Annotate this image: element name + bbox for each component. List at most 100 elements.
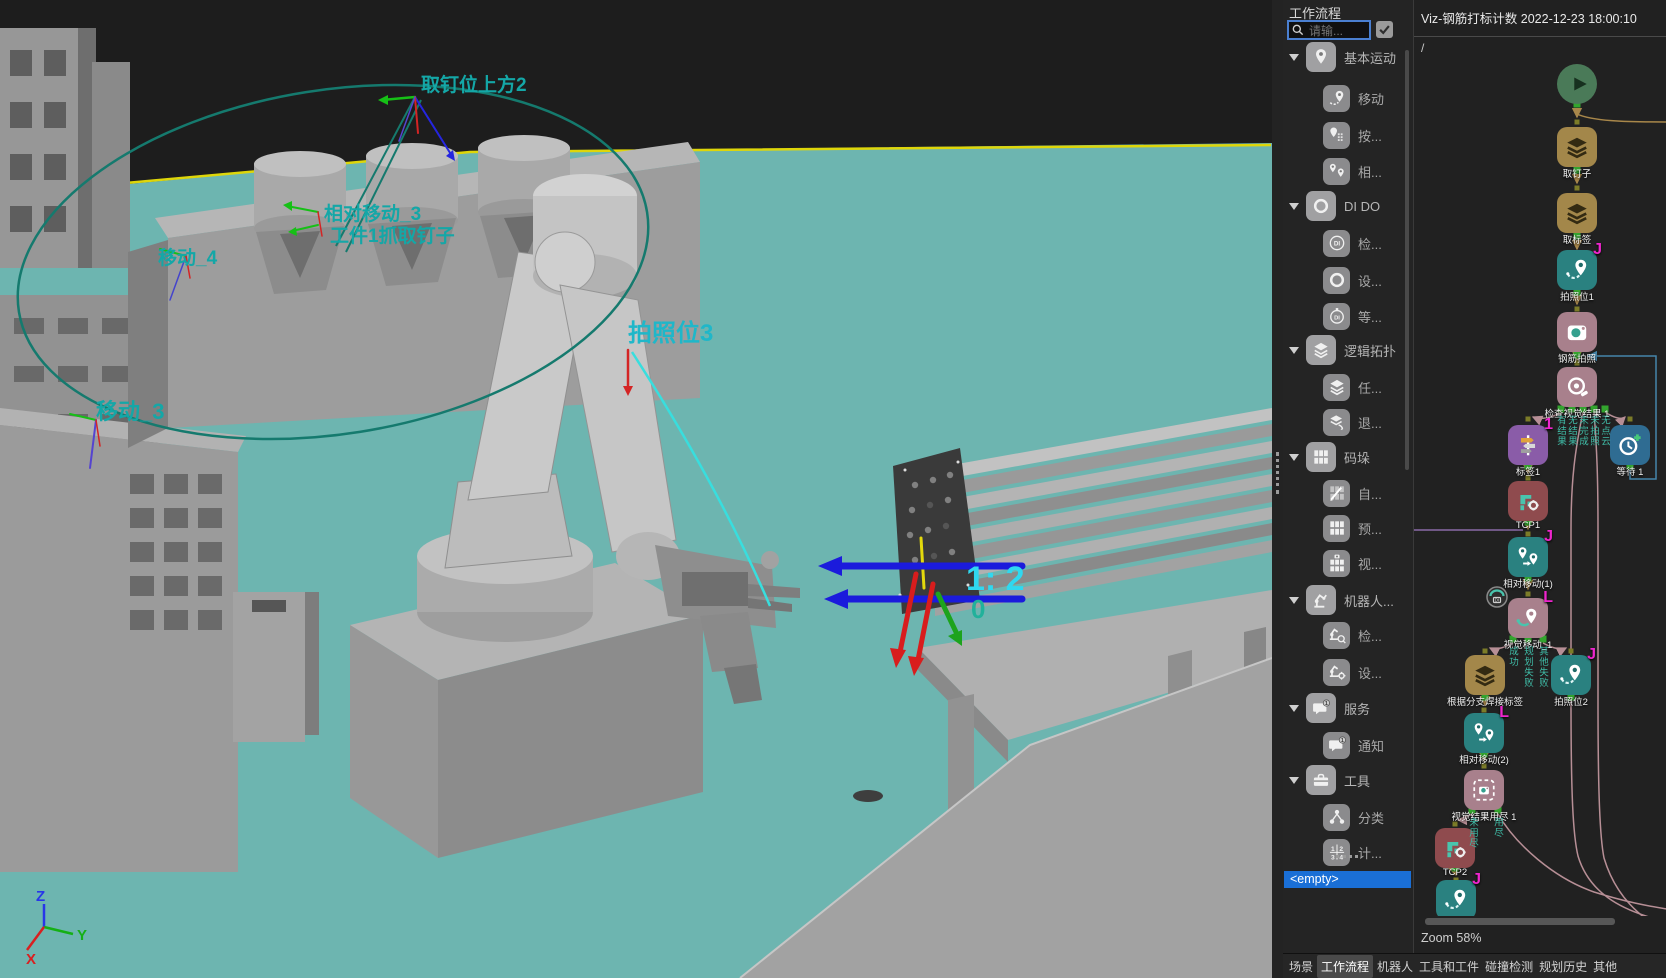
tab-other[interactable]: 其他 [1591, 955, 1619, 978]
sidebar-item-robot-config[interactable]: 设... [1283, 657, 1413, 687]
breadcrumb[interactable]: / [1421, 41, 1424, 55]
sidebar-item-notify[interactable]: 通知 [1283, 730, 1413, 760]
tab-robot[interactable]: 机器人 [1375, 955, 1415, 978]
chevron-down-icon[interactable] [1289, 597, 1299, 604]
3d-viewport[interactable]: Z Y X 取钉位上方2 相对移动_3 工件1抓取钉子 移动_4 拍照位3 移动… [0, 0, 1272, 978]
filter-checkbox[interactable] [1376, 21, 1393, 38]
counter-icon [1323, 839, 1350, 866]
layers-icon [1472, 662, 1498, 688]
node-move-j[interactable]: J [1436, 880, 1476, 920]
node-vision-exhausted[interactable]: 视觉结果用尽 1 [1464, 770, 1504, 810]
node-label: 相对移动(1) [1503, 576, 1553, 590]
chevron-down-icon[interactable] [1289, 777, 1299, 784]
sidebar-item-move[interactable]: 移动 [1283, 83, 1413, 113]
tab-tools-workpieces[interactable]: 工具和工件 [1417, 955, 1481, 978]
di-gauge-icon [1323, 230, 1350, 257]
pallet-icon [1306, 442, 1336, 472]
tree-scrollbar[interactable] [1405, 50, 1409, 470]
joint-badge: J [1593, 241, 1602, 259]
sidebar-item-di-wait[interactable]: 等... [1283, 301, 1413, 331]
sidebar-group-di-do[interactable]: DI DO [1283, 191, 1413, 221]
node-branch-weld-tag[interactable]: 根据分支焊接标签 [1465, 655, 1505, 695]
joint-badge: J [1544, 528, 1553, 546]
chevron-down-icon[interactable] [1289, 705, 1299, 712]
sidebar-item-label: 移动 [1358, 89, 1384, 108]
application-window: Z Y X 取钉位上方2 相对移动_3 工件1抓取钉子 移动_4 拍照位3 移动… [0, 0, 1666, 978]
sidebar-item-array-move[interactable]: 按... [1283, 120, 1413, 150]
node-relative-move-1[interactable]: J相对移动(1) [1508, 537, 1548, 577]
relative-pin-icon [1323, 158, 1350, 185]
sidebar-item-counter[interactable]: 计... [1283, 837, 1413, 867]
sidebar-item-preset-pallet[interactable]: 预... [1283, 513, 1413, 543]
count-annotation: 0 [971, 594, 985, 624]
tab-planning-history[interactable]: 规划历史 [1537, 955, 1589, 978]
edge-label: 无点云 [1599, 415, 1610, 447]
horizontal-scrollbar[interactable] [1425, 918, 1615, 925]
workflow-graph-panel[interactable]: Viz-钢筋打标计数 2022-12-23 18:00:10 / 取钉子 取标签… [1413, 0, 1666, 978]
joint-badge: J [1587, 646, 1596, 664]
sidebar-group-label: 逻辑拓扑 [1344, 341, 1396, 360]
camera-check-icon [1564, 374, 1590, 400]
move-pin-icon [1558, 662, 1584, 688]
waypoint-label-photo-pos-3[interactable]: 拍照位3 [628, 319, 713, 347]
sidebar-item-do-set[interactable]: 设... [1283, 265, 1413, 295]
sidebar-item-label: 设... [1358, 663, 1382, 682]
node-rebar-photo[interactable]: 钢筋拍照 [1557, 312, 1597, 352]
splitter-grip-icon[interactable] [1336, 855, 1358, 858]
sidebar-item-exit[interactable]: 退... [1283, 407, 1413, 437]
node-vision-move-1[interactable]: L视觉移动_1 [1508, 598, 1548, 638]
layers-icon [1323, 374, 1350, 401]
sidebar-item-vision-pallet[interactable]: 视... [1283, 548, 1413, 578]
sidebar-group-tools[interactable]: 工具 [1283, 765, 1413, 795]
robot-magnifier-icon [1323, 622, 1350, 649]
node-photo-pos-1[interactable]: J拍照位1 [1557, 250, 1597, 290]
divider-grip-icon[interactable] [1276, 452, 1279, 494]
sidebar-group-basic-motion[interactable]: 基本运动 [1283, 42, 1413, 72]
sidebar-item-robot-check[interactable]: 检... [1283, 620, 1413, 650]
tab-collision-detection[interactable]: 碰撞检测 [1483, 955, 1535, 978]
node-label: 等待 1 [1617, 464, 1644, 478]
waypoint-label-relative-move-3[interactable]: 相对移动_3 [324, 202, 421, 225]
sidebar-item-label: 设... [1358, 271, 1382, 290]
sidebar-group-label: 工具 [1344, 771, 1370, 790]
sidebar-item-di-check[interactable]: 检... [1283, 228, 1413, 258]
sidebar-group-service[interactable]: 服务 [1283, 693, 1413, 723]
sidebar-group-robot[interactable]: 机器人... [1283, 585, 1413, 615]
node-pick-tag[interactable]: 取标签 [1557, 193, 1597, 233]
gripper-gear-icon [1442, 835, 1468, 861]
node-relative-move-2[interactable]: L相对移动(2) [1464, 713, 1504, 753]
sidebar-item-relative-move[interactable]: 相... [1283, 156, 1413, 186]
move-pin-icon [1443, 887, 1469, 913]
node-photo-pos-2[interactable]: J拍照位2 [1551, 655, 1591, 695]
waypoint-label-grab-nail[interactable]: 工件1抓取钉子 [330, 224, 455, 247]
chevron-down-icon[interactable] [1289, 454, 1299, 461]
waypoint-label-above-pick[interactable]: 取钉位上方2 [421, 73, 527, 96]
search-box[interactable] [1287, 20, 1371, 40]
search-input[interactable] [1307, 22, 1371, 40]
tab-workflow[interactable]: 工作流程 [1317, 955, 1373, 978]
node-check-vision-result[interactable]: 检查视觉结果 1 [1557, 367, 1597, 407]
node-tag-1[interactable]: 1标签1 [1508, 425, 1548, 465]
waypoint-label-move-4[interactable]: 移动_4 [158, 246, 218, 269]
node-tcp-1[interactable]: TCP1 [1508, 481, 1548, 521]
sidebar-item-classify[interactable]: 分类 [1283, 802, 1413, 832]
zoom-level: Zoom 58% [1421, 931, 1481, 945]
sidebar-item-task[interactable]: 任... [1283, 372, 1413, 402]
layers-icon [1564, 200, 1590, 226]
sidebar-item-custom-pallet[interactable]: 自... [1283, 478, 1413, 508]
sidebar-group-logic-topology[interactable]: 逻辑拓扑 [1283, 335, 1413, 365]
node-pick-nail[interactable]: 取钉子 [1557, 127, 1597, 167]
vision-move-icon [1515, 605, 1541, 631]
chevron-down-icon[interactable] [1289, 54, 1299, 61]
tab-scene[interactable]: 场景 [1287, 955, 1315, 978]
node-start[interactable] [1557, 64, 1597, 104]
chevron-down-icon[interactable] [1289, 203, 1299, 210]
sidebar-group-palletizing[interactable]: 码垛 [1283, 442, 1413, 472]
joint-badge: J [1472, 871, 1481, 889]
waypoint-label-move-3[interactable]: 移动_3 [96, 399, 164, 424]
node-label: 取标签 [1563, 232, 1592, 246]
loop-badge-icon[interactable]: DI [1485, 585, 1509, 609]
search-icon [1291, 23, 1305, 37]
chevron-down-icon[interactable] [1289, 347, 1299, 354]
node-wait-1[interactable]: 等待 1 [1610, 425, 1650, 465]
